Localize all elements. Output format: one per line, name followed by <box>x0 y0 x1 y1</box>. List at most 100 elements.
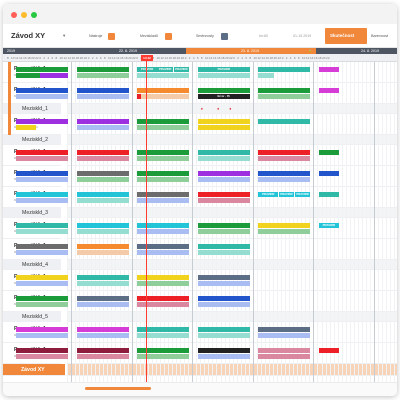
schedule-bar[interactable] <box>76 250 129 255</box>
schedule-bar[interactable] <box>197 171 250 176</box>
schedule-bar[interactable] <box>16 73 40 78</box>
alert-marker-icon[interactable]: ♦ <box>201 107 203 111</box>
schedule-bar[interactable] <box>197 150 250 155</box>
horizontal-scrollbar[interactable] <box>85 387 151 390</box>
schedule-bar[interactable] <box>319 150 339 155</box>
schedule-bar[interactable] <box>258 67 311 72</box>
schedule-bar[interactable] <box>16 223 68 228</box>
schedule-bar[interactable] <box>319 88 339 93</box>
close-window-button[interactable] <box>11 12 17 18</box>
schedule-bar[interactable] <box>258 150 311 155</box>
schedule-bar[interactable] <box>197 281 250 286</box>
schedule-bar[interactable] <box>16 348 68 353</box>
schedule-bar[interactable] <box>76 296 129 301</box>
schedule-bar[interactable] <box>258 156 311 161</box>
schedule-bar[interactable] <box>76 94 129 99</box>
schedule-bar[interactable] <box>76 171 129 176</box>
schedule-bar[interactable] <box>258 229 311 234</box>
schedule-bar[interactable] <box>76 119 129 124</box>
schedule-bar[interactable] <box>76 223 129 228</box>
schedule-bar[interactable] <box>197 244 250 249</box>
schedule-bar[interactable] <box>16 94 68 99</box>
schedule-bar[interactable] <box>197 296 250 301</box>
schedule-bar[interactable] <box>197 348 250 353</box>
schedule-bar[interactable] <box>197 229 250 234</box>
schedule-bar[interactable] <box>16 302 68 307</box>
alert-marker-icon[interactable]: ♦ <box>229 107 231 111</box>
schedule-bar[interactable] <box>258 177 311 182</box>
alert-marker-icon[interactable]: ♦ <box>217 107 219 111</box>
schedule-bar[interactable] <box>40 73 68 78</box>
schedule-bar[interactable] <box>197 250 250 255</box>
schedule-bar[interactable] <box>197 333 250 338</box>
schedule-bar[interactable] <box>258 354 311 359</box>
schedule-bar[interactable] <box>76 67 129 72</box>
legend-buffers-swatch[interactable] <box>165 33 172 40</box>
schedule-bar[interactable] <box>76 198 129 203</box>
tab-colors[interactable]: Barevnost <box>371 30 388 42</box>
schedule-bar[interactable] <box>197 302 250 307</box>
schedule-bar[interactable] <box>197 198 250 203</box>
schedule-bar[interactable] <box>76 88 129 93</box>
schedule-bar[interactable] <box>258 223 311 228</box>
schedule-bar[interactable] <box>197 275 250 280</box>
legend-shifts-swatch[interactable] <box>221 33 228 40</box>
chevron-down-icon[interactable]: ▾ <box>63 30 65 42</box>
schedule-bar[interactable] <box>197 177 250 182</box>
schedule-bar[interactable] <box>319 348 339 353</box>
schedule-bar[interactable] <box>258 327 311 332</box>
plant-title[interactable]: Závod XY <box>11 30 45 42</box>
schedule-bar[interactable] <box>319 67 339 72</box>
schedule-bar[interactable] <box>76 150 129 155</box>
schedule-bar[interactable] <box>16 119 68 124</box>
schedule-bar[interactable] <box>76 281 129 286</box>
schedule-bar[interactable] <box>197 73 250 78</box>
schedule-bar[interactable] <box>16 125 36 130</box>
schedule-bar[interactable] <box>258 333 311 338</box>
zoom-window-button[interactable] <box>31 12 37 18</box>
schedule-bar[interactable] <box>76 275 129 280</box>
schedule-bar[interactable] <box>16 88 68 93</box>
schedule-bar[interactable] <box>197 327 250 332</box>
schedule-bar[interactable] <box>16 67 68 72</box>
minimize-window-button[interactable] <box>21 12 27 18</box>
schedule-bar[interactable] <box>16 192 68 197</box>
schedule-bar[interactable] <box>16 229 68 234</box>
schedule-bar[interactable] <box>76 156 129 161</box>
schedule-bar[interactable] <box>197 223 250 228</box>
schedule-bar[interactable] <box>197 192 250 197</box>
schedule-bar[interactable] <box>76 354 129 359</box>
schedule-bar[interactable] <box>16 150 68 155</box>
schedule-bar[interactable] <box>137 94 141 99</box>
schedule-bar[interactable] <box>16 333 68 338</box>
schedule-bar[interactable] <box>197 125 250 130</box>
schedule-bar[interactable] <box>16 156 68 161</box>
schedule-bar[interactable] <box>16 354 68 359</box>
schedule-bar[interactable] <box>76 192 129 197</box>
schedule-bar[interactable] <box>141 94 190 99</box>
schedule-bar[interactable] <box>76 177 129 182</box>
schedule-bar[interactable] <box>76 302 129 307</box>
schedule-bar[interactable] <box>258 88 311 93</box>
schedule-bar[interactable] <box>258 171 311 176</box>
week-view-button[interactable]: Im:60 <box>259 30 268 42</box>
schedule-bar[interactable] <box>16 296 68 301</box>
schedule-bar[interactable] <box>76 125 129 130</box>
schedule-bar[interactable] <box>16 275 68 280</box>
schedule-bar[interactable] <box>16 171 68 176</box>
schedule-bar[interactable] <box>16 281 68 286</box>
schedule-bar[interactable] <box>16 177 68 182</box>
schedule-bar[interactable] <box>258 73 275 78</box>
schedule-bar[interactable] <box>197 88 250 93</box>
schedule-bar[interactable] <box>76 229 129 234</box>
schedule-bar[interactable] <box>197 354 250 359</box>
schedule-bar[interactable] <box>258 348 311 353</box>
schedule-bar[interactable] <box>16 198 68 203</box>
legend-tools-swatch[interactable] <box>108 33 115 40</box>
schedule-bar[interactable] <box>319 171 339 176</box>
schedule-bar[interactable] <box>258 94 311 99</box>
schedule-bar[interactable] <box>76 73 129 78</box>
schedule-bar[interactable] <box>76 244 129 249</box>
schedule-bar[interactable] <box>16 250 68 255</box>
schedule-bar[interactable] <box>258 119 311 124</box>
